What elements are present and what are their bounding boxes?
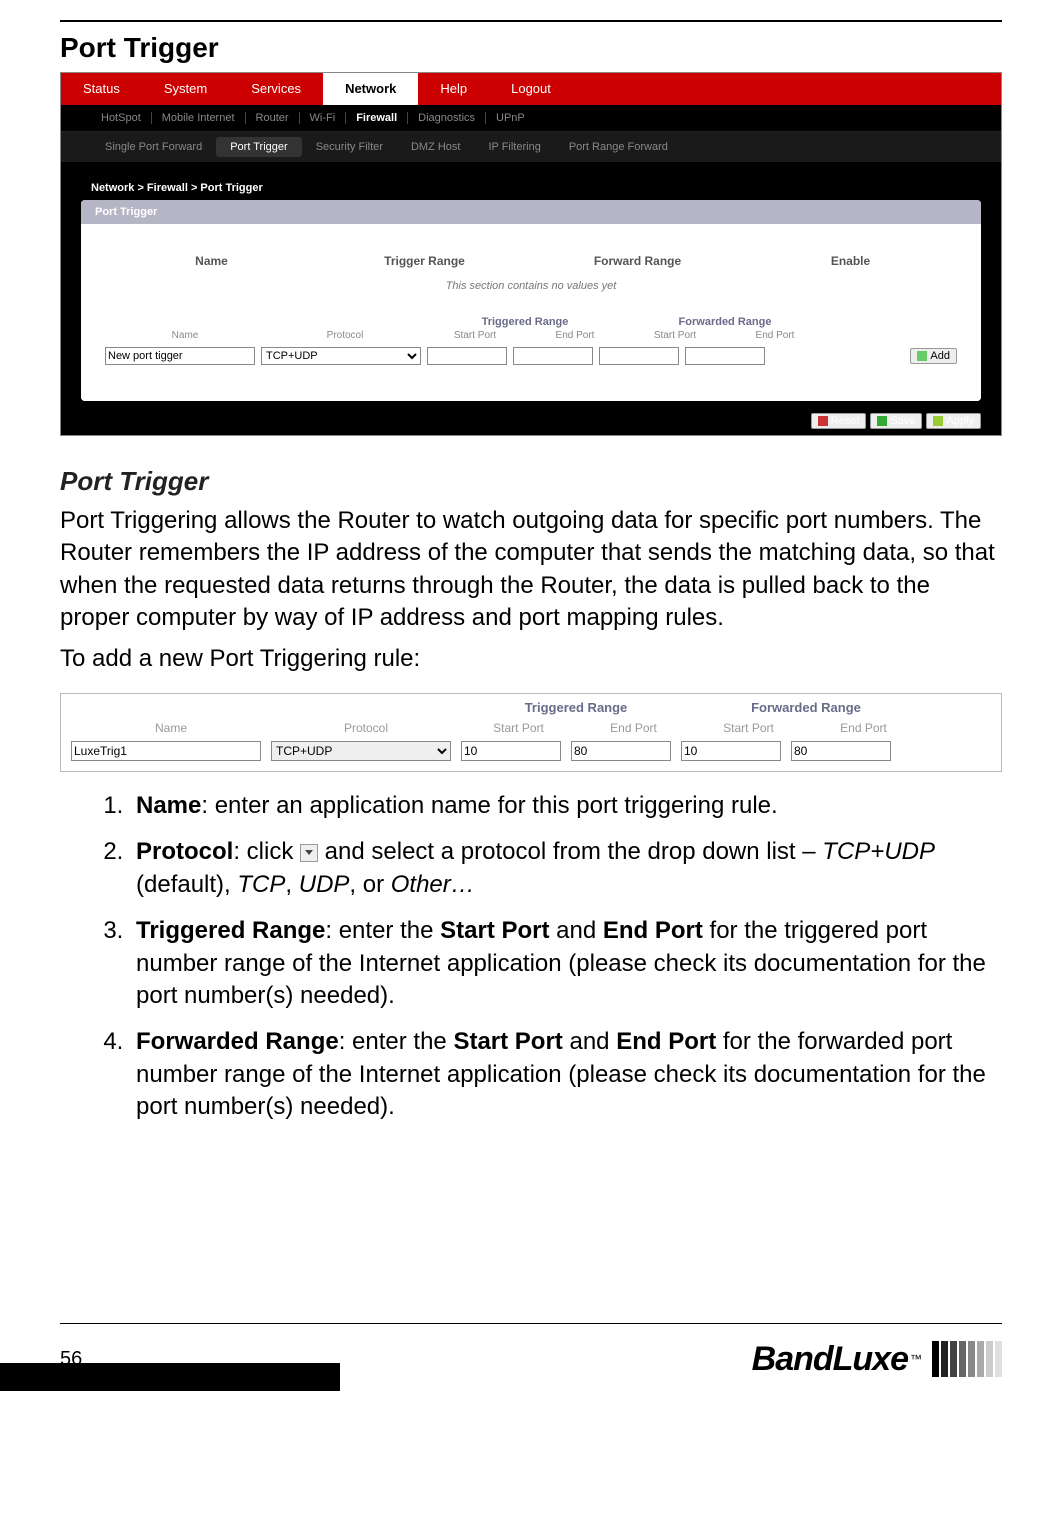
tab-single-port-forward[interactable]: Single Port Forward: [91, 137, 216, 157]
subnav-wifi[interactable]: Wi-Fi: [300, 112, 347, 124]
subnav-router[interactable]: Router: [246, 112, 300, 124]
port-trigger-panel: Port Trigger Name Trigger Range Forward …: [81, 200, 981, 401]
protocol-select[interactable]: TCP+UDP: [261, 347, 421, 365]
subcol-trig-start: Start Port: [425, 330, 525, 341]
col-trigger-range: Trigger Range: [318, 254, 531, 268]
crop-group-forwarded: Forwarded Range: [691, 700, 921, 715]
section-instruction: To add a new Port Triggering rule:: [60, 643, 1002, 675]
page-title: Port Trigger: [60, 32, 1002, 64]
apply-button[interactable]: Apply: [926, 413, 981, 429]
sub-nav: HotSpot Mobile Internet Router Wi-Fi Fir…: [61, 105, 1001, 132]
nav-logout[interactable]: Logout: [489, 73, 573, 105]
crop-group-triggered: Triggered Range: [461, 700, 691, 715]
add-icon: [917, 351, 927, 361]
col-enable: Enable: [744, 254, 957, 268]
name-input[interactable]: [105, 347, 255, 365]
dropdown-icon: [300, 844, 318, 862]
crop-col-trig-end: End Port: [576, 721, 691, 735]
subcol-fwd-end: End Port: [725, 330, 825, 341]
save-icon: [877, 416, 887, 426]
apply-icon: [933, 416, 943, 426]
panel-title: Port Trigger: [81, 200, 981, 224]
step-3: Triggered Range: enter the Start Port an…: [130, 915, 1002, 1012]
reset-icon: [818, 416, 828, 426]
section-description: Port Triggering allows the Router to wat…: [60, 505, 1002, 635]
footer-bar: [0, 1363, 340, 1391]
fwd-start-input[interactable]: [599, 347, 679, 365]
section-heading: Port Trigger: [60, 466, 1002, 497]
crop-fwd-end-input[interactable]: [791, 741, 891, 761]
crop-name-input[interactable]: [71, 741, 261, 761]
trig-end-input[interactable]: [513, 347, 593, 365]
group-triggered-range: Triggered Range: [425, 316, 625, 328]
fwd-end-input[interactable]: [685, 347, 765, 365]
crop-col-fwd-start: Start Port: [691, 721, 806, 735]
save-button[interactable]: Save: [870, 413, 922, 429]
subcol-fwd-start: Start Port: [625, 330, 725, 341]
reset-button[interactable]: Reset: [811, 413, 867, 429]
tab-port-range-forward[interactable]: Port Range Forward: [555, 137, 682, 157]
gradient-bars-icon: [930, 1341, 1002, 1377]
crop-trig-start-input[interactable]: [461, 741, 561, 761]
subcol-name: Name: [105, 330, 265, 341]
step-4: Forwarded Range: enter the Start Port an…: [130, 1026, 1002, 1123]
steps-list: Name: enter an application name for this…: [60, 790, 1002, 1124]
nav-status[interactable]: Status: [61, 73, 142, 105]
subcol-protocol: Protocol: [265, 330, 425, 341]
nav-services[interactable]: Services: [229, 73, 323, 105]
brand-logo: BandLuxe™: [752, 1340, 1002, 1379]
form-example-screenshot: Triggered Range Forwarded Range Name Pro…: [60, 693, 1002, 772]
col-name: Name: [105, 254, 318, 268]
tab-nav: Single Port Forward Port Trigger Securit…: [61, 132, 1001, 162]
crop-protocol-select[interactable]: TCP+UDP: [271, 741, 451, 761]
subnav-mobile-internet[interactable]: Mobile Internet: [152, 112, 246, 124]
empty-message: This section contains no values yet: [95, 276, 967, 312]
subnav-diagnostics[interactable]: Diagnostics: [408, 112, 486, 124]
crop-fwd-start-input[interactable]: [681, 741, 781, 761]
nav-network[interactable]: Network: [323, 73, 418, 105]
tab-port-trigger[interactable]: Port Trigger: [216, 137, 301, 157]
subnav-hotspot[interactable]: HotSpot: [91, 112, 152, 124]
main-nav: Status System Services Network Help Logo…: [61, 73, 1001, 105]
step-1: Name: enter an application name for this…: [130, 790, 1002, 822]
table-header-row: Name Trigger Range Forward Range Enable: [95, 234, 967, 276]
crop-trig-end-input[interactable]: [571, 741, 671, 761]
crop-col-protocol: Protocol: [271, 721, 461, 735]
crop-col-fwd-end: End Port: [806, 721, 921, 735]
trig-start-input[interactable]: [427, 347, 507, 365]
crop-col-trig-start: Start Port: [461, 721, 576, 735]
subnav-upnp[interactable]: UPnP: [486, 112, 535, 124]
breadcrumb: Network > Firewall > Port Trigger: [61, 162, 1001, 200]
group-forwarded-range: Forwarded Range: [625, 316, 825, 328]
router-ui-screenshot: Status System Services Network Help Logo…: [60, 72, 1002, 436]
nav-system[interactable]: System: [142, 73, 229, 105]
tab-ip-filtering[interactable]: IP Filtering: [474, 137, 554, 157]
crop-col-name: Name: [71, 721, 271, 735]
page-footer: 56 BandLuxe™: [60, 1323, 1002, 1394]
tab-dmz-host[interactable]: DMZ Host: [397, 137, 475, 157]
nav-help[interactable]: Help: [418, 73, 489, 105]
tab-security-filter[interactable]: Security Filter: [302, 137, 397, 157]
add-button[interactable]: Add: [910, 348, 957, 364]
col-forward-range: Forward Range: [531, 254, 744, 268]
subcol-trig-end: End Port: [525, 330, 625, 341]
subnav-firewall[interactable]: Firewall: [346, 112, 408, 124]
step-2: Protocol: click and select a protocol fr…: [130, 836, 1002, 901]
